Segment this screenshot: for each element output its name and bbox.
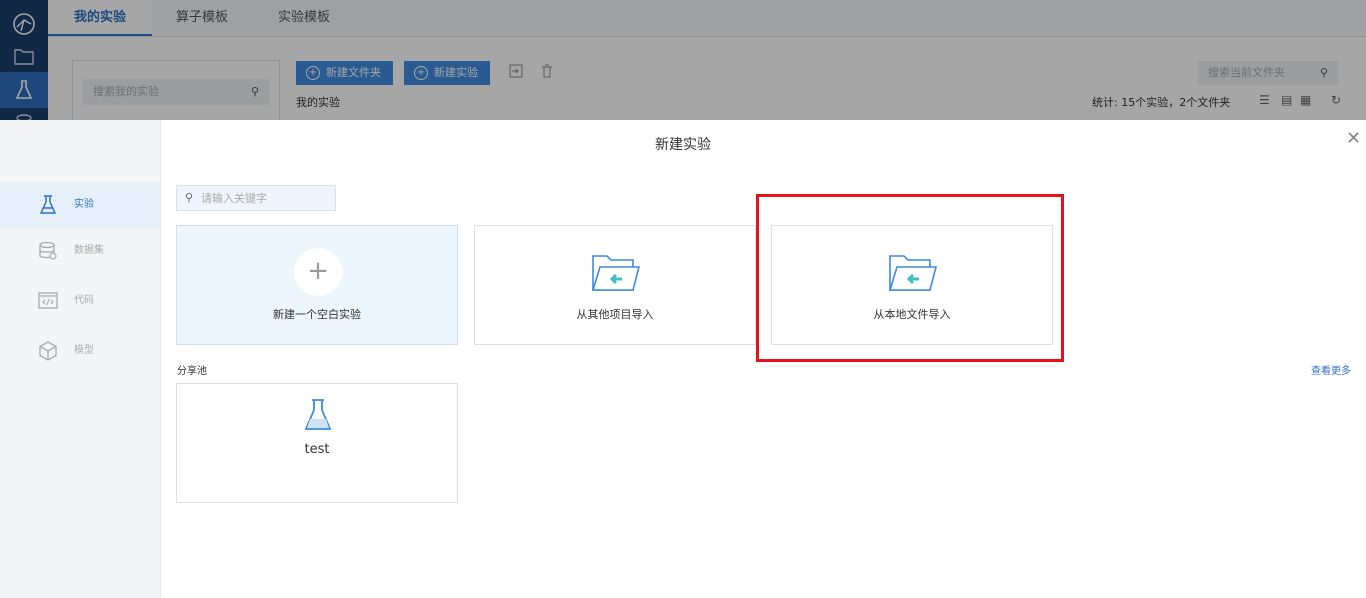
flask-icon [304,398,332,436]
option-import-from-project[interactable]: 从其他项目导入 [474,225,756,345]
database-icon [38,241,58,261]
modal-nav-dataset[interactable]: 数据集 [0,228,160,274]
new-experiment-modal: 实验 数据集 代码 模型 新建实验 ✕ ⚲ + 新建一个空白实验 [0,120,1366,598]
modal-search-input[interactable] [201,189,331,207]
modal-nav-label: 模型 [74,345,94,356]
modal-nav-label: 代码 [74,295,94,306]
cube-icon [38,341,58,361]
modal-sidebar: 实验 数据集 代码 模型 [0,120,161,598]
background-app: 我的实验 算子模板 实验模板 搜索我的实验 ⚲ + 新建文件夹 + 新建实验 我… [0,0,1366,120]
modal-nav-label: 实验 [74,199,94,210]
share-pool-heading: 分享池 [177,366,207,377]
folder-import-icon [590,250,641,298]
close-icon[interactable]: ✕ [1346,128,1361,149]
flask-icon [38,195,58,215]
option-blank-experiment[interactable]: + 新建一个空白实验 [176,225,458,345]
modal-nav-label: 数据集 [74,245,104,256]
modal-title: 新建实验 [655,137,711,153]
option-label: 新建一个空白实验 [273,308,361,321]
modal-nav-code[interactable]: 代码 [0,278,160,324]
plus-icon: + [294,248,342,296]
see-more-link[interactable]: 查看更多 [1311,362,1351,377]
shared-experiment-card[interactable]: test [176,383,458,503]
modal-nav-experiment[interactable]: 实验 [0,182,160,228]
search-icon: ⚲ [185,191,194,204]
option-label: 从其他项目导入 [576,308,654,321]
modal-overlay[interactable] [0,0,1366,120]
modal-nav-model[interactable]: 模型 [0,328,160,374]
highlight-box [756,194,1064,362]
modal-search-field[interactable]: ⚲ [176,185,336,211]
shared-experiment-label: test [304,442,330,457]
code-icon [38,291,58,311]
